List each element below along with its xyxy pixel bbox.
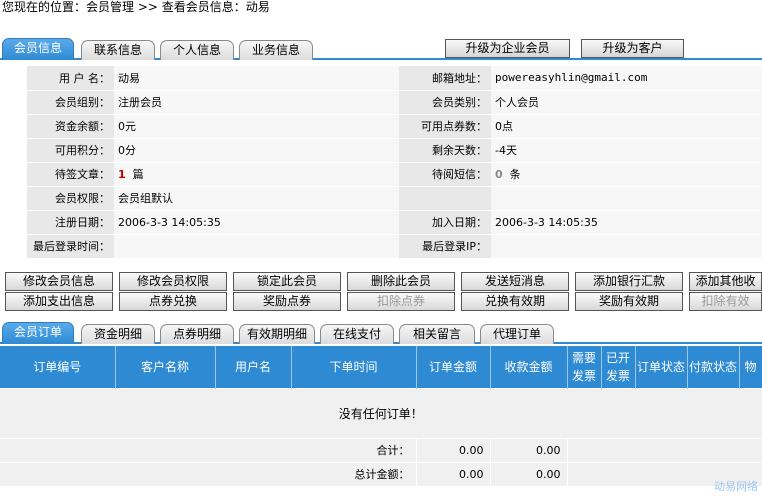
info-row: 可用积分： 0分 剩余天数： -4天	[27, 138, 762, 163]
add-expense-button[interactable]: 添加支出信息	[5, 292, 113, 311]
col-order-status: 订单状态	[635, 346, 688, 388]
tab-agent-orders[interactable]: 代理订单	[480, 324, 554, 344]
permission-label: 会员权限：	[27, 186, 114, 211]
tab-member-orders[interactable]: 会员订单	[2, 322, 74, 344]
exchange-points-button[interactable]: 点券兑换	[119, 292, 227, 311]
points-value: 0点	[491, 114, 762, 139]
info-row: 用 户 名： 动易 邮箱地址： powereasyhlin@gmail.com	[27, 66, 762, 91]
reward-validity-button[interactable]: 奖励有效期	[575, 292, 683, 311]
total-row: 总计金额： 0.00 0.00	[0, 461, 762, 486]
col-customer-name: 客户名称	[115, 346, 216, 388]
info-row: 会员组别： 注册会员 会员类别： 个人会员	[27, 90, 762, 115]
group-label: 会员组别：	[27, 90, 114, 115]
score-value: 0分	[114, 138, 399, 163]
days-left-value: -4天	[491, 138, 762, 163]
col-order-no: 订单编号	[0, 346, 116, 388]
last-login-ip-value	[491, 234, 762, 259]
reg-date-label: 注册日期：	[27, 210, 114, 235]
reward-points-button[interactable]: 奖励点券	[233, 292, 341, 311]
tab-validity-details[interactable]: 有效期明细	[239, 324, 315, 344]
email-label: 邮箱地址：	[399, 66, 491, 91]
watermark: 动易网络	[714, 480, 758, 493]
member-info-table: 用 户 名： 动易 邮箱地址： powereasyhlin@gmail.com …	[27, 66, 762, 259]
subtotal-order-amount: 0.00	[416, 437, 491, 462]
pending-articles-label: 待签文章：	[27, 162, 114, 187]
col-username: 用户名	[215, 346, 292, 388]
group-value: 注册会员	[114, 90, 399, 115]
unread-messages-unit: 条	[509, 168, 521, 181]
orders-table: 订单编号 客户名称 用户名 下单时间 订单金额 收款金额 需要发票 已开发票 订…	[0, 346, 762, 486]
info-row: 最后登录时间： 最后登录IP：	[27, 234, 762, 259]
upgrade-enterprise-button[interactable]: 升级为企业会员	[445, 39, 570, 58]
score-label: 可用积分：	[27, 138, 114, 163]
empty-value	[491, 186, 762, 211]
col-logistics: 物	[739, 346, 762, 388]
days-left-label: 剩余天数：	[399, 138, 491, 163]
subtotal-received-amount: 0.00	[490, 437, 568, 462]
deduct-points-button[interactable]: 扣除点券	[347, 292, 455, 311]
empty-message: 没有任何订单！	[0, 387, 762, 438]
pending-articles-value: 1 篇	[114, 162, 399, 187]
total-received-amount: 0.00	[490, 461, 568, 486]
username-label: 用 户 名：	[27, 66, 114, 91]
member-type-label: 会员类别：	[399, 90, 491, 115]
subtotal-row: 合计： 0.00 0.00	[0, 437, 762, 462]
unread-messages-label: 待阅短信：	[399, 162, 491, 187]
breadcrumb: 您现在的位置：会员管理 >> 查看会员信息：动易	[2, 0, 270, 14]
col-order-amount: 订单金额	[416, 346, 491, 388]
tab-business-info[interactable]: 业务信息	[239, 40, 313, 60]
email-value: powereasyhlin@gmail.com	[491, 66, 762, 91]
username-value: 动易	[114, 66, 399, 91]
subtotal-blank	[567, 437, 762, 462]
balance-label: 资金余额：	[27, 114, 114, 139]
total-order-amount: 0.00	[416, 461, 491, 486]
add-other-income-button[interactable]: 添加其他收	[689, 272, 762, 291]
join-date-label: 加入日期：	[399, 210, 491, 235]
subtotal-label: 合计：	[0, 437, 417, 462]
unread-messages-count: 0	[495, 168, 503, 181]
empty-row: 没有任何订单！	[0, 387, 762, 438]
total-label: 总计金额：	[0, 461, 417, 486]
unread-messages-value: 0 条	[491, 162, 762, 187]
permission-value: 会员组默认	[114, 186, 399, 211]
tab-contact-info[interactable]: 联系信息	[81, 40, 155, 60]
edit-permission-button[interactable]: 修改会员权限	[119, 272, 227, 291]
edit-member-button[interactable]: 修改会员信息	[5, 272, 113, 291]
last-login-time-label: 最后登录时间：	[27, 234, 114, 259]
orders-header-row: 订单编号 客户名称 用户名 下单时间 订单金额 收款金额 需要发票 已开发票 订…	[0, 346, 762, 388]
member-type-value: 个人会员	[491, 90, 762, 115]
delete-member-button[interactable]: 删除此会员	[347, 272, 455, 291]
empty-label	[399, 186, 491, 211]
points-label: 可用点券数：	[399, 114, 491, 139]
tab-related-messages[interactable]: 相关留言	[399, 324, 475, 344]
exchange-validity-button[interactable]: 兑换有效期	[461, 292, 569, 311]
tab-online-payment[interactable]: 在线支付	[320, 324, 394, 344]
col-payment-status: 付款状态	[687, 346, 740, 388]
tab-fund-details[interactable]: 资金明细	[81, 324, 155, 344]
pending-articles-unit: 篇	[132, 168, 144, 181]
last-login-ip-label: 最后登录IP：	[399, 234, 491, 259]
pending-articles-count[interactable]: 1	[118, 168, 126, 181]
info-row: 会员权限： 会员组默认	[27, 186, 762, 211]
info-row: 资金余额： 0元 可用点券数： 0点	[27, 114, 762, 139]
deduct-validity-button[interactable]: 扣除有效	[689, 292, 762, 311]
upgrade-customer-button[interactable]: 升级为客户	[581, 39, 684, 58]
balance-value: 0元	[114, 114, 399, 139]
info-row: 待签文章： 1 篇 待阅短信： 0 条	[27, 162, 762, 187]
last-login-time-value	[114, 234, 399, 259]
detail-tabbar: 会员订单 资金明细 点券明细 有效期明细 在线支付 相关留言 代理订单	[0, 322, 762, 344]
join-date-value: 2006-3-3 14:05:35	[491, 210, 762, 235]
lock-member-button[interactable]: 锁定此会员	[233, 272, 341, 291]
col-order-time: 下单时间	[291, 346, 417, 388]
tab-point-details[interactable]: 点券明细	[160, 324, 234, 344]
tab-member-info[interactable]: 会员信息	[2, 38, 74, 60]
reg-date-value: 2006-3-3 14:05:35	[114, 210, 399, 235]
col-need-invoice: 需要发票	[567, 346, 602, 388]
add-bank-remittance-button[interactable]: 添加银行汇款	[575, 272, 683, 291]
send-message-button[interactable]: 发送短消息	[461, 272, 569, 291]
col-invoiced: 已开发票	[601, 346, 636, 388]
col-received-amount: 收款金额	[490, 346, 568, 388]
info-row: 注册日期： 2006-3-3 14:05:35 加入日期： 2006-3-3 1…	[27, 210, 762, 235]
tab-personal-info[interactable]: 个人信息	[160, 40, 234, 60]
